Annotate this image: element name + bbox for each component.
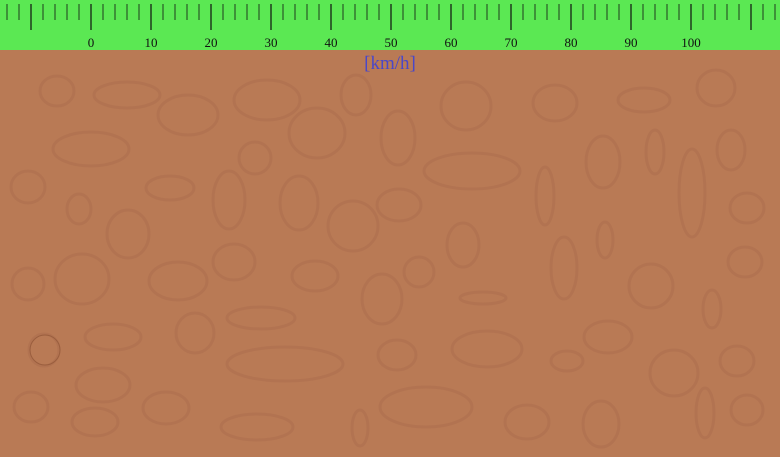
pebble-outline [232, 78, 302, 122]
pebble-outline [211, 169, 247, 231]
speed-ruler-scene: 0 10 20 30 40 50 60 70 80 90 100 [km/h] [0, 0, 780, 457]
pebble-outline [402, 255, 436, 289]
pebble-outline [65, 192, 93, 226]
pebble-outline [677, 147, 707, 239]
pebble-outline [70, 406, 120, 438]
pebble-outline [616, 86, 672, 114]
pebble-outline [12, 390, 50, 424]
pebble-outline [376, 338, 418, 372]
pebble-outline [726, 245, 764, 279]
ruler-tick-label: 0 [88, 35, 95, 50]
pebble-outline [237, 140, 273, 176]
pebble-outline [584, 134, 622, 190]
pebble-outline [581, 399, 621, 449]
ruler-tick-label: 100 [681, 35, 701, 50]
pebble-outline [105, 208, 151, 260]
pebble-outline [694, 386, 716, 440]
pebble-outline [718, 344, 756, 378]
pebble-outline [648, 348, 700, 398]
ruler-tick-label: 50 [385, 35, 398, 50]
pebble-outline [219, 412, 295, 442]
pebble-outline [9, 169, 47, 205]
ruler-tick-label: 80 [565, 35, 578, 50]
pebble-outline [458, 290, 508, 306]
pebble-outline [422, 151, 522, 191]
pebble-outline [290, 259, 340, 293]
pebble-outline [38, 74, 76, 108]
ruler-tick-label: 60 [445, 35, 458, 50]
pebble-outline [715, 128, 747, 172]
ground-texture [9, 68, 766, 449]
pebble-outline [701, 288, 723, 330]
pebble-outline [225, 305, 297, 331]
pebble-outline [729, 393, 765, 427]
pebble-outline [379, 109, 417, 167]
pebble-outline [147, 260, 209, 302]
ruler-tick-label: 90 [625, 35, 638, 50]
pebble-outline [595, 220, 615, 260]
pebble-outline [503, 403, 551, 441]
ruler-tick-label: 70 [505, 35, 518, 50]
pebble-outline [439, 80, 493, 132]
pebble-outline [728, 191, 766, 225]
pebble-outline [695, 68, 737, 108]
pebble-outline [287, 106, 347, 160]
ruler-tick-label: 40 [325, 35, 338, 50]
pebble-outline [225, 345, 345, 383]
pebble-outline [644, 128, 666, 176]
pebble-outline [211, 242, 257, 282]
pebble-outline [531, 83, 579, 123]
pebble-outline [51, 130, 131, 168]
pebble-outline [174, 311, 216, 355]
pebble-outline [582, 319, 634, 355]
pebble-outline [627, 262, 675, 310]
pebble-outline [144, 174, 196, 202]
pebble-outline [83, 322, 143, 352]
ruler-tick-label: 20 [205, 35, 218, 50]
pebble-outline [378, 385, 474, 429]
pebble-outline [74, 366, 132, 404]
pebble-outline [549, 349, 585, 373]
pebble-outline [450, 329, 524, 369]
ruler-strip: 0 10 20 30 40 50 60 70 80 90 100 [0, 0, 780, 50]
ruler-tick-label: 10 [145, 35, 158, 50]
pebble-outline [375, 187, 423, 223]
pebble-outline [156, 93, 220, 137]
pebble-outline [278, 174, 320, 232]
pebble-outline [534, 165, 556, 227]
pebble-outline [92, 80, 162, 110]
pebble-outline [10, 266, 46, 302]
pebble-pattern [9, 68, 766, 449]
pebble-outline [326, 199, 380, 253]
pebble-outline [350, 408, 370, 448]
pebble-outline [549, 235, 579, 301]
pebble-outline [53, 252, 111, 306]
pebble-outline [141, 390, 191, 426]
ruler-tick-label: 30 [265, 35, 278, 50]
pebble-outline [360, 272, 404, 326]
pebble-outline [339, 73, 373, 117]
pebble-outline [445, 221, 481, 269]
marker-circle [29, 334, 61, 366]
